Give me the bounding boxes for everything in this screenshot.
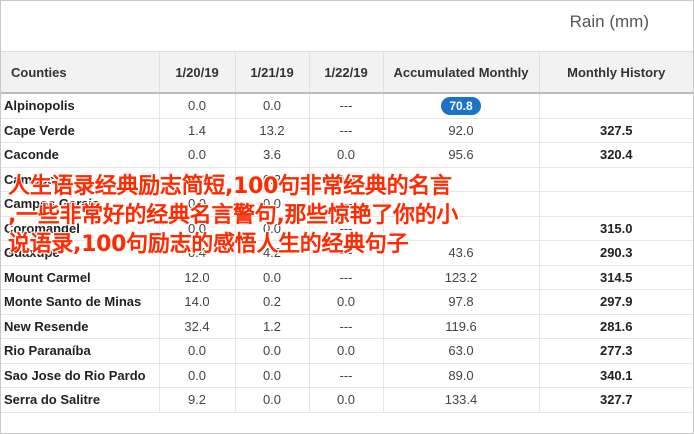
day-2-value: 3.6 [235,142,310,168]
history-value: 297.9 [539,289,693,315]
accumulated-value: 63.0 [383,338,540,364]
history-value: 327.5 [539,118,693,143]
accumulated-value: 97.8 [383,289,540,315]
day-1-value: 12.0 [159,265,236,290]
table-row: Caconde 0.0 3.6 0.0 95.6 320.4 [1,142,693,168]
day-3-value: --- [309,93,384,119]
day-1-value: 9.2 [159,387,236,413]
day-2-value: 0.0 [235,363,310,388]
table-row: Sao Jose do Rio Pardo 0.0 0.0 --- 89.0 340.1 [1,363,693,388]
day-3-value: 0.0 [309,289,384,315]
overlay-text: 人生语录经典励志简短,100句非常经典的名言 ,一些非常好的经典名言警句,那些惊… [8,172,692,259]
column-header-accumulated[interactable]: Accumulated Monthly [383,51,540,94]
column-header-date-2[interactable]: 1/21/19 [235,51,310,94]
day-3-value: --- [309,118,384,143]
accumulated-value: 119.6 [383,314,540,339]
county-name: Caconde [1,142,160,168]
history-value: 281.6 [539,314,693,339]
day-1-value: 32.4 [159,314,236,339]
overlay-line: ,一些非常好的经典名言警句,那些惊艳了你的小 [8,203,459,228]
history-value: 327.7 [539,387,693,413]
day-1-value: 0.0 [159,93,236,119]
day-3-value: --- [309,314,384,339]
table-row: New Resende 32.4 1.2 --- 119.6 281.6 [1,314,693,339]
table-row: Rio Paranaíba 0.0 0.0 0.0 63.0 277.3 [1,338,693,364]
day-2-value: 0.0 [235,265,310,290]
day-2-value: 13.2 [235,118,310,143]
day-3-value: 0.0 [309,142,384,168]
accumulated-value: 89.0 [383,363,540,388]
day-1-value: 0.0 [159,363,236,388]
column-header-date-1[interactable]: 1/20/19 [159,51,236,94]
column-header-date-3[interactable]: 1/22/19 [309,51,384,94]
day-1-value: 14.0 [159,289,236,315]
column-header-counties[interactable]: Counties [1,51,160,94]
day-3-value: 0.0 [309,338,384,364]
day-1-value: 1.4 [159,118,236,143]
county-name: Serra do Salitre [1,387,160,413]
day-2-value: 0.0 [235,387,310,413]
table-header-row: Counties 1/20/19 1/21/19 1/22/19 Accumul… [1,51,693,94]
county-name: Rio Paranaíba [1,338,160,364]
day-1-value: 0.0 [159,338,236,364]
county-name: Monte Santo de Minas [1,289,160,315]
column-header-history[interactable]: Monthly History [539,51,693,94]
day-3-value: --- [309,265,384,290]
history-value: 277.3 [539,338,693,364]
county-name: Sao Jose do Rio Pardo [1,363,160,388]
table-row: Cape Verde 1.4 13.2 --- 92.0 327.5 [1,118,693,143]
history-value: 314.5 [539,265,693,290]
accumulated-highlight-badge: 70.8 [441,96,481,115]
unit-label: Rain (mm) [569,12,649,31]
table-row: Monte Santo de Minas 14.0 0.2 0.0 97.8 297.9 [1,289,693,315]
day-3-value: 0.0 [309,387,384,413]
county-name: Alpinopolis [1,93,160,119]
day-2-value: 0.0 [235,338,310,364]
day-2-value: 1.2 [235,314,310,339]
accumulated-value: 133.4 [383,387,540,413]
county-name: New Resende [1,314,160,339]
history-value: 320.4 [539,142,693,168]
table-row: Alpinopolis 0.0 0.0 --- 70.8 [1,93,693,119]
accumulated-value: 95.6 [383,142,540,168]
day-1-value: 0.0 [159,142,236,168]
day-3-value: --- [309,363,384,388]
county-name: Mount Carmel [1,265,160,290]
overlay-line: 说语录,100句励志的感悟人生的经典句子 [8,232,409,257]
overlay-line: 人生语录经典励志简短,100句非常经典的名言 [8,174,452,199]
day-2-value: 0.0 [235,93,310,119]
accumulated-value-cell: 70.8 [383,93,540,119]
accumulated-value: 123.2 [383,265,540,290]
history-value [539,93,693,119]
history-value: 340.1 [539,363,693,388]
table-row: Mount Carmel 12.0 0.0 --- 123.2 314.5 [1,265,693,290]
county-name: Cape Verde [1,118,160,143]
accumulated-value: 92.0 [383,118,540,143]
table-row: Serra do Salitre 9.2 0.0 0.0 133.4 327.7 [1,387,693,413]
day-2-value: 0.2 [235,289,310,315]
